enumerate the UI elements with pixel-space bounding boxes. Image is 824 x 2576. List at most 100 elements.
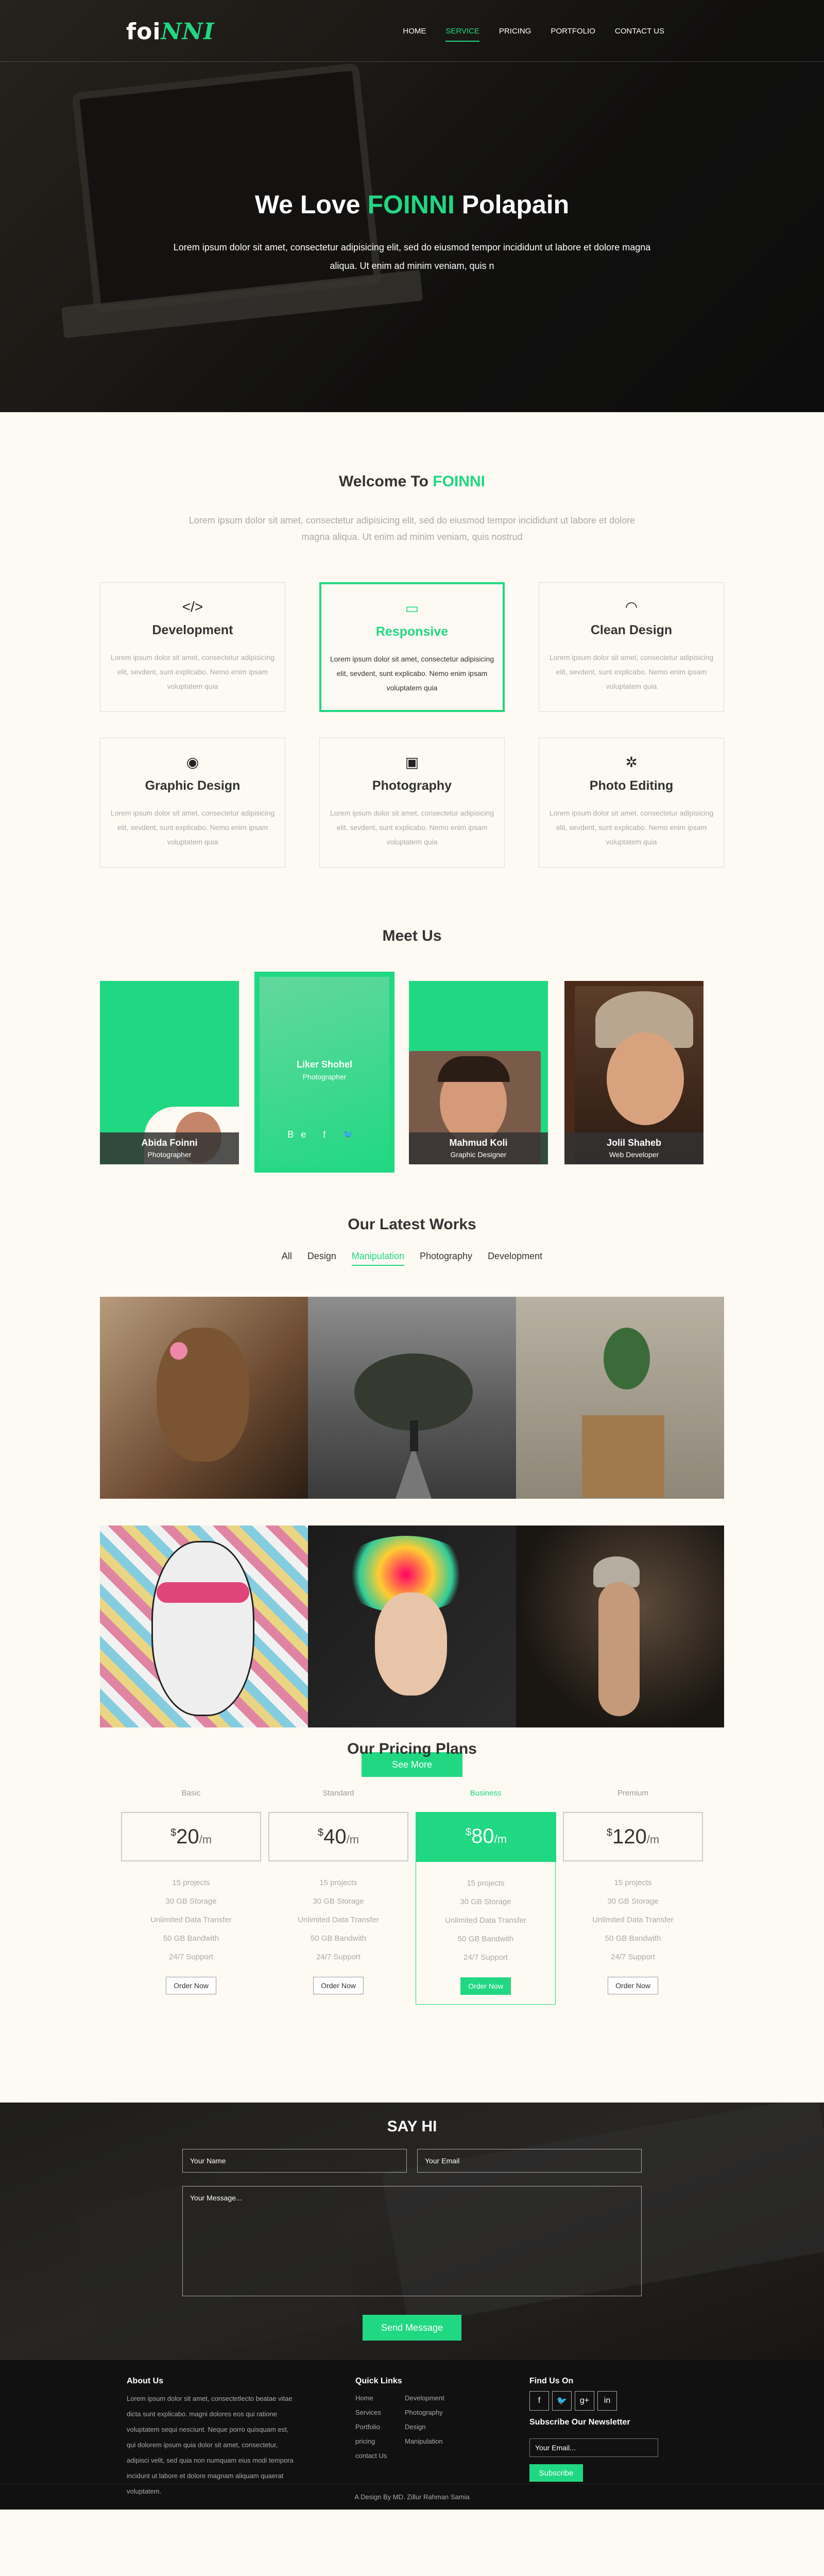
plan-price: $20/m [121, 1812, 261, 1861]
work-image-groot[interactable] [100, 1297, 308, 1499]
nav-item-home[interactable]: HOME [403, 27, 426, 42]
work-image-dancer[interactable] [516, 1526, 724, 1727]
service-card-development[interactable]: </> Development Lorem ipsum dolor sit am… [100, 582, 285, 712]
subscribe-button[interactable]: Subscribe [529, 2464, 583, 2482]
send-message-button[interactable]: Send Message [363, 2315, 461, 2341]
footer-link-development[interactable]: Development [405, 2391, 461, 2405]
plan-feature: 50 GB Bandwith [457, 1935, 514, 1943]
pricing-title: Our Pricing Plans [347, 1740, 477, 1757]
footer-link-manipulation[interactable]: Manipulation [405, 2434, 461, 2449]
plan-feature: Unlimited Data Transfer [298, 1916, 379, 1924]
nav-item-pricing[interactable]: PRICING [499, 27, 531, 42]
footer-link-services[interactable]: Services [355, 2405, 405, 2420]
plan-feature: 30 GB Storage [165, 1897, 217, 1906]
nav-item-contact-us[interactable]: CONTACT US [615, 27, 664, 42]
service-card-photo-editing[interactable]: ✲ Photo Editing Lorem ipsum dolor sit am… [539, 738, 724, 868]
filter-development[interactable]: Development [488, 1251, 542, 1266]
plan-price: $80/m [416, 1812, 556, 1862]
service-card-graphic-design[interactable]: ◉ Graphic Design Lorem ipsum dolor sit a… [100, 738, 285, 868]
footer-link-contact-us[interactable]: contact Us [355, 2449, 405, 2463]
work-image-plant-bag[interactable] [516, 1297, 724, 1499]
plan-feature: Unlimited Data Transfer [150, 1916, 232, 1924]
footer-about-text: Lorem ipsum dolor sit amet, consectetlec… [127, 2395, 294, 2495]
member-social-icons[interactable]: Be f 🐦 [254, 1129, 394, 1140]
team-member-card[interactable]: Abida Foinni Photographer [100, 981, 239, 1164]
message-textarea[interactable] [182, 2186, 642, 2296]
works-title: Our Latest Works [348, 1216, 476, 1233]
plan-premium: Premium $120/m 15 projects 30 GB Storage U… [563, 1789, 703, 2005]
footer-link-design[interactable]: Design [405, 2420, 461, 2434]
service-card-photography[interactable]: ▣ Photography Lorem ipsum dolor sit amet… [319, 738, 505, 868]
plan-name: Premium [617, 1789, 648, 1798]
plan-name: Standard [322, 1789, 354, 1798]
footer-link-photography[interactable]: Photography [405, 2405, 461, 2420]
service-title: Development [152, 623, 233, 637]
footer-link-portfolio[interactable]: Portfolio [355, 2420, 405, 2434]
camera-icon: ▣ [405, 754, 419, 770]
plan-feature: 24/7 Support [611, 1953, 655, 1961]
order-now-button[interactable]: Order Now [460, 1977, 511, 1995]
team-members: Abida Foinni Photographer Liker Shohel Ph… [100, 972, 724, 1182]
google-plus-icon[interactable]: g+ [575, 2391, 594, 2411]
hero-title: We Love FOINNI Polapain [254, 190, 570, 219]
plan-feature: 24/7 Support [169, 1953, 213, 1961]
work-image-tree[interactable] [308, 1297, 516, 1499]
filter-photography[interactable]: Photography [420, 1251, 472, 1266]
order-now-button[interactable]: Order Now [608, 1977, 658, 1994]
nav-item-portfolio[interactable]: PORTFOLIO [551, 27, 595, 42]
site-logo[interactable]: foiNNI [126, 19, 214, 45]
footer-social-icons: f 🐦 g+ in [529, 2391, 694, 2411]
work-image-sketch-man[interactable] [100, 1526, 308, 1727]
code-icon: </> [182, 599, 203, 615]
welcome-section: Welcome To FOINNI Lorem ipsum dolor sit … [0, 412, 824, 927]
plan-price: $40/m [268, 1812, 408, 1861]
footer-link-pricing[interactable]: pricing [355, 2434, 405, 2449]
plan-feature: 15 projects [614, 1878, 652, 1887]
linkedin-icon[interactable]: in [597, 2391, 617, 2411]
service-title: Responsive [375, 624, 449, 639]
order-now-button[interactable]: Order Now [166, 1977, 216, 1994]
works-gallery [100, 1297, 724, 1727]
plan-feature: Unlimited Data Transfer [445, 1916, 526, 1925]
member-role: Photographer [302, 1073, 347, 1081]
service-text: Lorem ipsum dolor sit amet, consectetur … [330, 655, 494, 692]
order-now-button[interactable]: Order Now [313, 1977, 364, 1994]
plan-feature: 15 projects [172, 1878, 210, 1887]
contact-section: SAY HI Send Message [0, 2103, 824, 2360]
plan-feature: 15 projects [467, 1879, 505, 1888]
facebook-icon[interactable]: f [529, 2391, 549, 2411]
work-image-flower-woman[interactable] [308, 1526, 516, 1727]
filter-manipulation[interactable]: Manipulation [351, 1251, 404, 1266]
works-filters: All Design Manipulation Photography Developm… [0, 1251, 824, 1266]
twitter-icon[interactable]: 🐦 [552, 2391, 572, 2411]
service-title: Photography [372, 778, 452, 793]
footer-link-home[interactable]: Home [355, 2391, 405, 2405]
welcome-lead: Lorem ipsum dolor sit amet, consectetur … [188, 515, 636, 542]
email-input[interactable] [417, 2149, 642, 2173]
service-text: Lorem ipsum dolor sit amet, consectetur … [110, 653, 275, 690]
filter-all[interactable]: All [282, 1251, 292, 1266]
service-card-clean-design[interactable]: ◠ Clean Design Lorem ipsum dolor sit ame… [539, 582, 724, 712]
team-member-card[interactable]: Jolil Shaheb Web Developer [564, 981, 703, 1164]
service-title: Photo Editing [589, 778, 674, 793]
plan-price: $120/m [563, 1812, 703, 1861]
plan-feature: 50 GB Bandwith [163, 1934, 219, 1943]
plan-features: 15 projects 30 GB Storage Unlimited Data T… [563, 1874, 703, 1967]
top-navbar: foiNNI HOME SERVICE PRICING PORTFOLIO CONTAC… [0, 0, 824, 62]
team-member-card-active[interactable]: Liker Shohel Photographer Be f 🐦 [254, 972, 394, 1173]
newsletter-email-input[interactable] [529, 2438, 658, 2457]
nav-menu: HOME SERVICE PRICING PORTFOLIO CONTACT US [403, 27, 664, 42]
plan-basic: Basic $20/m 15 projects 30 GB Storage Unli… [121, 1789, 261, 2005]
nav-item-service[interactable]: SERVICE [445, 27, 479, 42]
footer-links-title: Quick Links [355, 2377, 402, 2385]
service-card-responsive[interactable]: ▭ Responsive Lorem ipsum dolor sit amet,… [319, 582, 505, 712]
filter-design[interactable]: Design [307, 1251, 336, 1266]
footer-find-title: Find Us On [529, 2377, 574, 2385]
name-input[interactable] [182, 2149, 407, 2173]
services-grid: </> Development Lorem ipsum dolor sit am… [100, 582, 724, 868]
plan-name: Business [470, 1789, 502, 1798]
plan-feature: 15 projects [319, 1878, 357, 1887]
team-member-card[interactable]: Mahmud Koli Graphic Designer [409, 981, 548, 1164]
works-section: Our Latest Works All Design Manipulation Ph… [0, 1216, 824, 1777]
member-role: Web Developer [609, 1150, 659, 1159]
